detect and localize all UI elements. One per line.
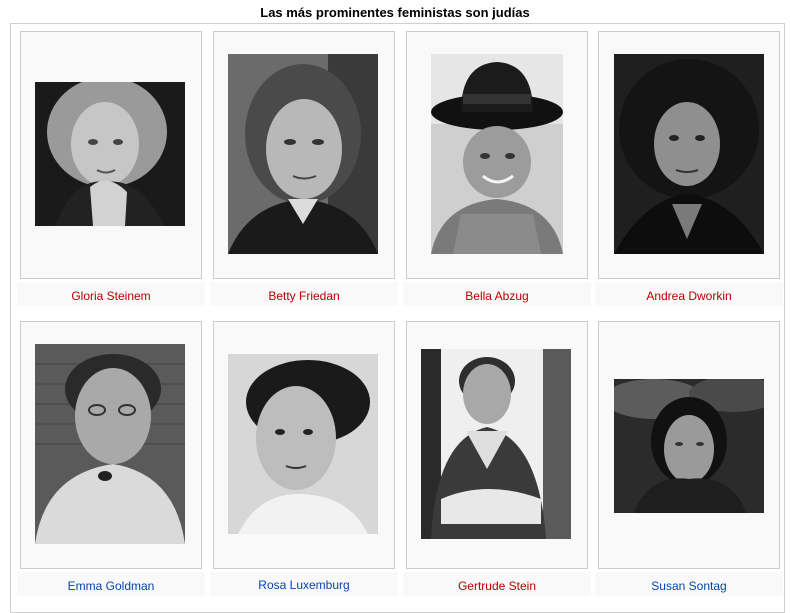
portrait-photo [614, 54, 764, 254]
portrait-photo [35, 82, 185, 226]
gallery-title: Las más prominentes feministas son judía… [260, 5, 530, 20]
caption-link[interactable]: Gertrude Stein [403, 579, 591, 593]
caption-link[interactable]: Andrea Dworkin [595, 289, 783, 303]
gallery-image-4[interactable] [614, 54, 764, 254]
portrait-photo [228, 354, 378, 534]
caption-link[interactable]: Rosa Luxemburg [210, 578, 398, 592]
portrait-photo [421, 349, 571, 539]
portrait-photo [614, 379, 764, 513]
gallery-image-8[interactable] [614, 379, 764, 513]
caption-link[interactable]: Emma Goldman [17, 579, 205, 593]
gallery-image-2[interactable] [228, 54, 378, 254]
portrait-photo [228, 54, 378, 254]
gallery-image-3[interactable] [431, 54, 563, 254]
caption-link[interactable]: Betty Friedan [210, 289, 398, 303]
portrait-photo [431, 54, 563, 254]
gallery-image-5[interactable] [35, 344, 185, 544]
gallery-image-1[interactable] [35, 82, 185, 226]
caption-link[interactable]: Bella Abzug [403, 289, 591, 303]
portrait-photo [35, 344, 185, 544]
image-gallery: Gloria Steinem Betty Friedan Bella Abzug… [10, 23, 785, 613]
caption-link[interactable]: Susan Sontag [595, 579, 783, 593]
gallery-image-6[interactable] [228, 354, 378, 534]
caption-link[interactable]: Gloria Steinem [17, 289, 205, 303]
gallery-image-7[interactable] [421, 349, 571, 539]
